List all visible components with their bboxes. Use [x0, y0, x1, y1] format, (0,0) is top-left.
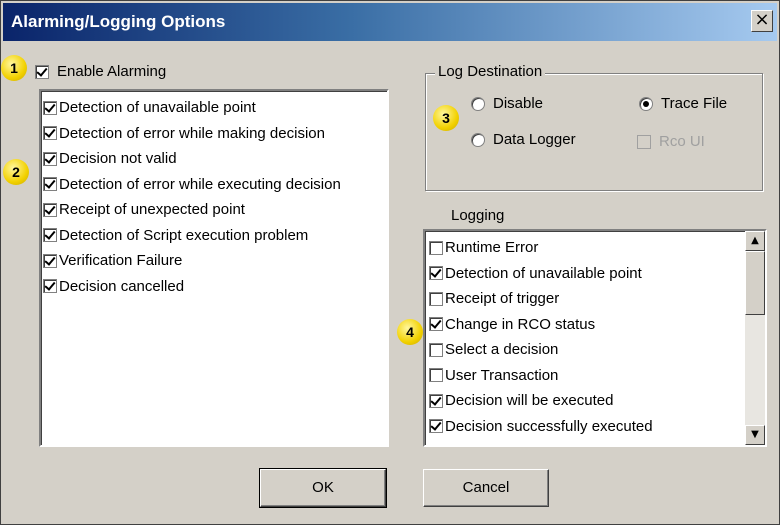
- logging-events-list[interactable]: Runtime Error Detection of unavailable p…: [423, 229, 767, 447]
- list-item[interactable]: Detection of error while making decision: [43, 121, 385, 147]
- callout-badge-2: 2: [3, 159, 29, 185]
- scroll-up-arrow-icon: ▲: [751, 235, 759, 246]
- list-item[interactable]: Change in RCO status: [429, 312, 739, 338]
- list-item-label: Receipt of trigger: [445, 290, 560, 308]
- list-item-checkbox[interactable]: [429, 266, 443, 281]
- list-item-checkbox[interactable]: [429, 240, 443, 255]
- data-logger-radio[interactable]: [471, 132, 485, 147]
- trace-file-radio[interactable]: [639, 96, 653, 111]
- list-item-checkbox[interactable]: [43, 126, 57, 141]
- enable-alarming-label: Enable Alarming: [57, 63, 167, 80]
- list-item-checkbox[interactable]: [429, 393, 443, 408]
- list-item-label: Detection of Script execution problem: [59, 226, 309, 244]
- callout-badge-1: 1: [1, 55, 27, 81]
- logging-scrollbar[interactable]: ▲ ▼: [745, 231, 765, 445]
- trace-file-label: Trace File: [661, 95, 728, 112]
- list-item[interactable]: Decision will be executed: [429, 388, 739, 414]
- rco-ui-checkbox-option[interactable]: Rco UI: [637, 133, 705, 150]
- alarm-events-list[interactable]: Detection of unavailable point Detection…: [39, 89, 389, 447]
- list-item-label: Select a decision: [445, 341, 559, 359]
- title-bar[interactable]: Alarming/Logging Options ×: [3, 3, 777, 41]
- list-item-checkbox[interactable]: [43, 151, 57, 166]
- enable-alarming-checkbox-row[interactable]: Enable Alarming: [35, 63, 166, 80]
- list-item-label: Runtime Error: [445, 239, 539, 257]
- scroll-down-button[interactable]: ▼: [745, 425, 765, 445]
- callout-badge-4: 4: [397, 319, 423, 345]
- list-item-label: User Transaction: [445, 366, 559, 384]
- list-item-checkbox[interactable]: [43, 100, 57, 115]
- disable-radio[interactable]: [471, 96, 485, 111]
- list-item-label: Detection of error while executing decis…: [59, 175, 341, 193]
- rco-ui-checkbox[interactable]: [637, 134, 651, 149]
- list-item[interactable]: Detection of unavailable point: [43, 95, 385, 121]
- close-icon: ×: [754, 9, 770, 30]
- window-title: Alarming/Logging Options: [11, 12, 226, 31]
- cancel-button[interactable]: Cancel: [423, 469, 549, 507]
- list-item[interactable]: Decision cancelled: [43, 274, 385, 300]
- list-item[interactable]: User Transaction: [429, 363, 739, 389]
- scroll-down-arrow-icon: ▼: [751, 429, 759, 440]
- scroll-up-button[interactable]: ▲: [745, 231, 765, 251]
- list-item[interactable]: Verification Failure: [43, 248, 385, 274]
- data-logger-label: Data Logger: [493, 131, 576, 148]
- list-item-label: Receipt of unexpected point: [59, 201, 245, 219]
- list-item-checkbox[interactable]: [429, 291, 443, 306]
- list-item[interactable]: Decision not valid: [43, 146, 385, 172]
- list-item-label: Detection of unavailable point: [59, 99, 256, 117]
- list-item-label: Detection of error while making decision: [59, 124, 325, 142]
- list-item-checkbox[interactable]: [429, 368, 443, 383]
- scroll-thumb[interactable]: [745, 251, 765, 315]
- rco-ui-label: Rco UI: [659, 133, 705, 150]
- close-button[interactable]: ×: [751, 10, 773, 32]
- alarming-logging-dialog: Alarming/Logging Options × 1 2 3 4 Enabl…: [0, 0, 780, 525]
- logging-label: Logging: [451, 207, 505, 224]
- list-item-checkbox[interactable]: [429, 317, 443, 332]
- list-item-label: Decision cancelled: [59, 277, 185, 295]
- list-item-checkbox[interactable]: [429, 342, 443, 357]
- list-item[interactable]: Detection of error while executing decis…: [43, 172, 385, 198]
- disable-label: Disable: [493, 95, 544, 112]
- list-item-checkbox[interactable]: [429, 419, 443, 434]
- data-logger-radio-option[interactable]: Data Logger: [471, 131, 576, 148]
- list-item-checkbox[interactable]: [43, 202, 57, 217]
- trace-file-radio-option[interactable]: Trace File: [639, 95, 727, 112]
- list-item-checkbox[interactable]: [43, 279, 57, 294]
- list-item[interactable]: Receipt of unexpected point: [43, 197, 385, 223]
- list-item[interactable]: Select a decision: [429, 337, 739, 363]
- list-item-label: Decision not valid: [59, 150, 177, 168]
- list-item[interactable]: Receipt of trigger: [429, 286, 739, 312]
- enable-alarming-checkbox[interactable]: [35, 64, 49, 79]
- list-item-label: Change in RCO status: [445, 315, 596, 333]
- list-item[interactable]: Runtime Error: [429, 235, 739, 261]
- list-item-label: Verification Failure: [59, 252, 183, 270]
- list-item-label: Decision successfully executed: [445, 417, 653, 435]
- list-item[interactable]: Detection of Script execution problem: [43, 223, 385, 249]
- list-item[interactable]: Decision successfully executed: [429, 414, 739, 440]
- list-item[interactable]: Detection of unavailable point: [429, 261, 739, 287]
- list-item-label: Detection of unavailable point: [445, 264, 642, 282]
- list-item-checkbox[interactable]: [43, 177, 57, 192]
- log-destination-legend: Log Destination: [435, 63, 546, 80]
- list-item-checkbox[interactable]: [43, 228, 57, 243]
- list-item-label: Decision will be executed: [445, 392, 614, 410]
- ok-button[interactable]: OK: [259, 468, 387, 508]
- disable-radio-option[interactable]: Disable: [471, 95, 543, 112]
- list-item-checkbox[interactable]: [43, 253, 57, 268]
